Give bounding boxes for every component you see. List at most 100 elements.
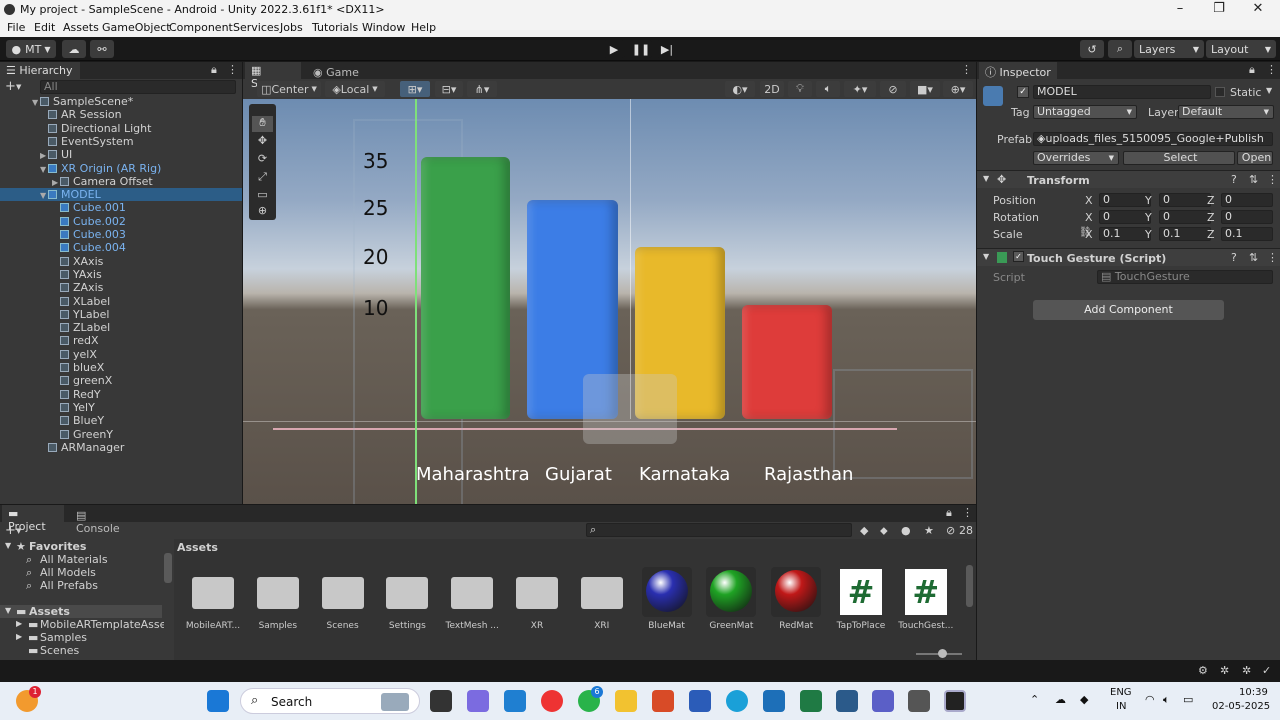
hierarchy-item[interactable]: YAxis [0,268,242,281]
menu-help[interactable]: Help [411,21,436,34]
overrides-dropdown[interactable]: Overrides ▼ [1033,151,1119,165]
filter-label-icon[interactable]: ⬥ [880,524,888,538]
layers-dropdown[interactable]: Layers ▼ [1134,40,1204,58]
hidden-objects-toggle[interactable]: ⊘ [880,81,906,97]
asset-label[interactable]: XR [503,621,571,631]
check-icon[interactable]: ✓ [1262,664,1271,677]
asset-label[interactable]: RedMat [762,621,830,631]
chevron-up-icon[interactable]: ⌃ [1030,693,1039,706]
open-button[interactable]: Open [1237,151,1273,165]
csharp-script-icon[interactable]: # [904,569,947,615]
rect-tool-icon[interactable]: ▭ [252,188,273,204]
scene-viewport[interactable]: 35 25 20 10 Maharashtra Gujarat Karnatak… [243,99,976,504]
asset-label[interactable]: TextMesh ... [438,621,506,631]
increment-snap-button[interactable]: ⋔▾ [467,81,497,97]
lock-icon[interactable]: 🔒︎ [1249,63,1255,77]
tab-console[interactable]: ▤ Console [70,505,136,535]
clock-time[interactable]: 10:39 [1239,687,1268,698]
hierarchy-item[interactable]: ▶ Camera Offset [0,175,242,188]
object-name-field[interactable]: MODEL [1033,85,1211,99]
tab-project[interactable]: ▬ Project [2,505,64,533]
asset-label[interactable]: XRI [568,621,636,631]
static-checkbox[interactable] [1215,87,1225,97]
hierarchy-item[interactable]: ZAxis [0,281,242,294]
menu-component[interactable]: Component [169,21,233,34]
asset-label[interactable]: GreenMat [697,621,765,631]
folder-icon[interactable] [256,577,299,609]
tree-folder-scenes[interactable]: Scenes [40,644,79,657]
hierarchy-item[interactable]: Cube.003 [0,228,242,241]
battery-icon[interactable]: ▭ [1183,693,1193,706]
csharp-script-icon[interactable]: # [840,569,882,615]
space-dropdown[interactable]: ◈ Local ▼ [325,81,385,97]
kebab-menu-icon[interactable]: ⋮ [962,506,973,519]
tree-scrollbar[interactable] [164,553,172,583]
layout-dropdown[interactable]: Layout ▼ [1206,40,1276,58]
hidden-packages-icon[interactable]: ⊘ [946,524,955,537]
folder-icon[interactable] [321,577,364,609]
menu-file[interactable]: File [7,21,25,34]
hierarchy-item[interactable]: XAxis [0,255,242,268]
foldout-arrow-icon[interactable]: ▼ [40,163,48,176]
asset-label[interactable]: MobileART... [179,621,247,631]
position-y-field[interactable]: 0 [1159,193,1211,207]
mysql-icon[interactable] [836,690,858,712]
account-button[interactable]: ● MT ▼ [6,40,56,58]
rotation-y-field[interactable]: 0 [1159,210,1211,224]
hierarchy-item[interactable]: yelX [0,348,242,361]
folder-icon[interactable] [516,577,558,609]
close-icon[interactable]: ✕ [1248,1,1268,16]
hierarchy-item[interactable]: ▶ UI [0,148,242,161]
favorites-label[interactable]: Favorites [29,540,86,553]
gizmos-dropdown[interactable]: ⊕▾ [943,81,973,97]
active-checkbox[interactable]: ✓ [1017,86,1029,98]
select-button[interactable]: Select [1123,151,1235,165]
bar-rajasthan[interactable] [742,305,832,419]
chevron-down-icon[interactable]: ▼ [1266,86,1272,95]
position-x-field[interactable]: 0 [1099,193,1151,207]
transform-tool-icon[interactable]: ⊕ [252,204,273,220]
menu-services[interactable]: Services [233,21,279,34]
script-component-header[interactable]: ▼ ✓ Touch Gesture (Script) ? ⇅ ⋮ [977,248,1280,266]
play-button[interactable]: ▶ [603,40,625,58]
tab-scene[interactable]: ▦ Scene [245,62,301,90]
zoom-slider-handle[interactable] [938,649,947,658]
bar-maharashtra[interactable] [421,157,510,419]
assets-breadcrumb[interactable]: Assets [177,541,218,554]
foldout-arrow-icon[interactable]: ▶ [52,176,60,189]
menu-gameobject[interactable]: GameObject [102,21,171,34]
hierarchy-item[interactable]: YLabel [0,308,242,321]
folder-icon[interactable] [386,577,429,609]
windows-start-icon[interactable] [207,690,229,712]
excel-icon[interactable] [800,690,822,712]
hierarchy-item[interactable]: ▼ SampleScene* [0,95,242,108]
menu-edit[interactable]: Edit [34,21,55,34]
foldout-arrow-icon[interactable]: ▶ [40,149,48,162]
shading-mode-button[interactable]: ◐▾ [725,81,755,97]
hierarchy-item[interactable]: Cube.004 [0,241,242,254]
hierarchy-item[interactable]: ARManager [0,441,242,454]
favorite-star-icon[interactable]: ★ [924,524,934,537]
assets-root-row[interactable]: ▼ ▬ Assets [0,605,162,618]
asset-label[interactable]: TouchGest... [892,621,960,631]
tree-folder-mobilear[interactable]: MobileARTemplateAssets [40,618,164,631]
help-icon[interactable]: ? [1231,173,1237,186]
favorite-all-prefabs[interactable]: All Prefabs [40,579,98,592]
grid-snap-button[interactable]: ⊞▾ [400,81,430,97]
wifi-icon[interactable]: ◠ [1145,693,1155,706]
asset-label[interactable]: Settings [373,621,441,631]
lock-icon[interactable]: 🔒︎ [946,506,952,520]
hierarchy-item[interactable]: Directional Light [0,122,242,135]
hierarchy-item[interactable]: ▼ XR Origin (AR Rig) [0,162,242,175]
step-button[interactable]: ▶| [656,40,678,58]
menu-jobs[interactable]: Jobs [280,21,303,34]
defender-icon[interactable]: ◆ [1080,693,1088,706]
lighting-toggle[interactable]: 💡︎ [788,81,812,97]
hierarchy-item[interactable]: XLabel [0,295,242,308]
project-search-input[interactable]: ⌕ [586,523,852,537]
assets-scrollbar[interactable] [966,565,973,607]
word-icon[interactable] [689,690,711,712]
layer-dropdown[interactable]: Default ▼ [1178,105,1274,119]
mode-2d-button[interactable]: 2D [760,81,784,97]
maximize-icon[interactable]: ❐ [1209,1,1229,16]
